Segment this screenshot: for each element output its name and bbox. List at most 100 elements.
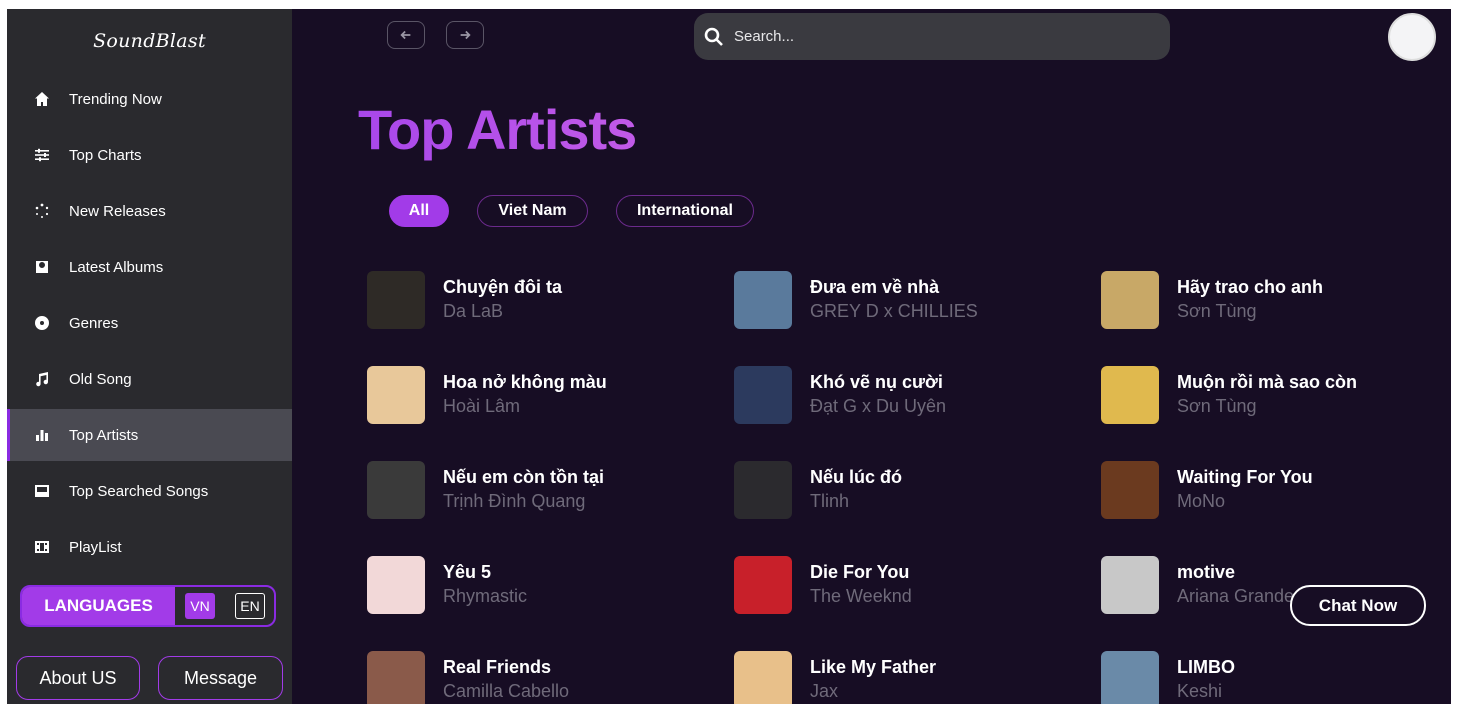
song-cover — [1101, 651, 1159, 704]
song-info: Nếu em còn tồn tại Trịnh Đình Quang — [443, 466, 604, 514]
app-logo[interactable]: SoundBlast — [7, 9, 292, 73]
app-frame: SoundBlast Trending Now Top Charts New Rel… — [7, 9, 1451, 704]
song-info: motive Ariana Grande — [1177, 561, 1294, 609]
sidebar-item-label: Top Charts — [69, 146, 142, 164]
list-item[interactable]: Khó vẽ nụ cười Đạt G x Du Uyên — [734, 366, 1064, 424]
album-icon — [33, 258, 51, 276]
sidebar-item-latest-albums[interactable]: Latest Albums — [7, 241, 292, 293]
song-title: Real Friends — [443, 657, 552, 677]
message-button[interactable]: Message — [158, 656, 283, 700]
sidebar-item-label: PlayList — [69, 538, 122, 556]
language-en-option[interactable]: EN — [235, 593, 265, 619]
main-content: Top Artists All Viet Nam International Chu… — [292, 9, 1451, 704]
sidebar-item-label: Latest Albums — [69, 258, 164, 276]
song-cover — [734, 461, 792, 519]
arrow-right-icon — [460, 30, 471, 40]
song-info: Chuyện đôi ta Da LaB — [443, 276, 562, 324]
filter-all[interactable]: All — [389, 195, 449, 227]
about-us-button[interactable]: About US — [16, 656, 140, 700]
language-switcher: LANGUAGES VN EN — [20, 585, 276, 627]
song-cover — [734, 271, 792, 329]
song-cover — [367, 461, 425, 519]
languages-label: LANGUAGES — [22, 587, 175, 625]
user-avatar[interactable] — [1388, 13, 1436, 61]
song-artist: GREY D x CHILLIES — [810, 301, 978, 321]
song-info: Hoa nở không màu Hoài Lâm — [443, 371, 607, 419]
song-title: LIMBO — [1177, 657, 1235, 677]
song-artist: Đạt G x Du Uyên — [810, 396, 947, 416]
list-item[interactable]: Waiting For You MoNo — [1101, 461, 1431, 519]
song-info: Waiting For You MoNo — [1177, 466, 1313, 514]
list-item[interactable]: Đưa em về nhà GREY D x CHILLIES — [734, 271, 1064, 329]
song-cover — [1101, 271, 1159, 329]
list-item[interactable]: Real Friends Camilla Cabello — [367, 651, 697, 704]
search-input[interactable] — [732, 27, 1136, 46]
song-artist: Tlinh — [810, 491, 850, 511]
sidebar-item-label: Top Artists — [69, 426, 139, 444]
song-title: Hãy trao cho anh — [1177, 277, 1324, 297]
song-cover — [367, 651, 425, 704]
song-cover — [1101, 366, 1159, 424]
song-title: Nếu em còn tồn tại — [443, 467, 605, 487]
bar-chart-icon — [33, 426, 51, 444]
sidebar-nav: Trending Now Top Charts New Releases Latest… — [7, 73, 292, 573]
song-artist: Ariana Grande — [1177, 586, 1295, 606]
list-item[interactable]: Chuyện đôi ta Da LaB — [367, 271, 697, 329]
search-icon — [704, 27, 723, 46]
song-title: Khó vẽ nụ cười — [810, 372, 943, 392]
list-item[interactable]: LIMBO Keshi — [1101, 651, 1431, 704]
sidebar-item-top-searched-songs[interactable]: Top Searched Songs — [7, 465, 292, 517]
chat-now-button[interactable]: Chat Now — [1290, 585, 1426, 626]
sidebar-item-trending-now[interactable]: Trending Now — [7, 73, 292, 125]
forward-button[interactable] — [446, 21, 484, 49]
sidebar: SoundBlast Trending Now Top Charts New Rel… — [7, 9, 292, 704]
arrow-left-icon — [400, 30, 411, 40]
filter-chips: All Viet Nam International — [389, 195, 782, 227]
song-artist: Sơn Tùng — [1177, 301, 1257, 321]
song-artist: Sơn Tùng — [1177, 396, 1257, 416]
song-title: Waiting For You — [1177, 467, 1313, 487]
filter-viet-nam[interactable]: Viet Nam — [477, 195, 588, 227]
song-cover — [734, 366, 792, 424]
song-artist: Da LaB — [443, 301, 504, 321]
list-item[interactable]: Nếu em còn tồn tại Trịnh Đình Quang — [367, 461, 697, 519]
page-title: Top Artists — [358, 98, 637, 161]
language-vn-option[interactable]: VN — [185, 593, 215, 619]
list-item[interactable]: Muộn rồi mà sao còn Sơn Tùng — [1101, 366, 1431, 424]
list-item[interactable]: Like My Father Jax — [734, 651, 1064, 704]
list-item[interactable]: Die For You The Weeknd — [734, 556, 1064, 614]
song-cover — [367, 271, 425, 329]
song-cover — [734, 556, 792, 614]
sidebar-item-old-song[interactable]: Old Song — [7, 353, 292, 405]
song-info: Hãy trao cho anh Sơn Tùng — [1177, 276, 1323, 324]
record-icon — [33, 314, 51, 332]
song-title: Die For You — [810, 562, 910, 582]
song-title: motive — [1177, 562, 1236, 582]
sidebar-item-genres[interactable]: Genres — [7, 297, 292, 349]
song-cover — [734, 651, 792, 704]
sidebar-item-top-charts[interactable]: Top Charts — [7, 129, 292, 181]
song-artist: The Weeknd — [810, 586, 912, 606]
song-artist: Hoài Lâm — [443, 396, 521, 416]
sidebar-item-label: Old Song — [69, 370, 132, 388]
sidebar-item-top-artists[interactable]: Top Artists — [7, 409, 292, 461]
list-item[interactable]: Yêu 5 Rhymastic — [367, 556, 697, 614]
back-button[interactable] — [387, 21, 425, 49]
sidebar-item-new-releases[interactable]: New Releases — [7, 185, 292, 237]
song-info: Die For You The Weeknd — [810, 561, 912, 609]
sidebar-item-playlist[interactable]: PlayList — [7, 521, 292, 573]
filter-international[interactable]: International — [616, 195, 754, 227]
song-title: Nếu lúc đó — [810, 467, 903, 487]
sidebar-item-label: New Releases — [69, 202, 166, 220]
list-item[interactable]: Nếu lúc đó Tlinh — [734, 461, 1064, 519]
song-info: Yêu 5 Rhymastic — [443, 561, 527, 609]
song-title: Hoa nở không màu — [443, 372, 607, 392]
song-artist: MoNo — [1177, 491, 1226, 511]
song-cover — [367, 556, 425, 614]
song-artist: Trịnh Đình Quang — [443, 491, 586, 511]
home-icon — [33, 90, 51, 108]
list-item[interactable]: Hoa nở không màu Hoài Lâm — [367, 366, 697, 424]
song-info: Like My Father Jax — [810, 656, 936, 704]
sidebar-item-label: Trending Now — [69, 90, 162, 108]
list-item[interactable]: Hãy trao cho anh Sơn Tùng — [1101, 271, 1431, 329]
